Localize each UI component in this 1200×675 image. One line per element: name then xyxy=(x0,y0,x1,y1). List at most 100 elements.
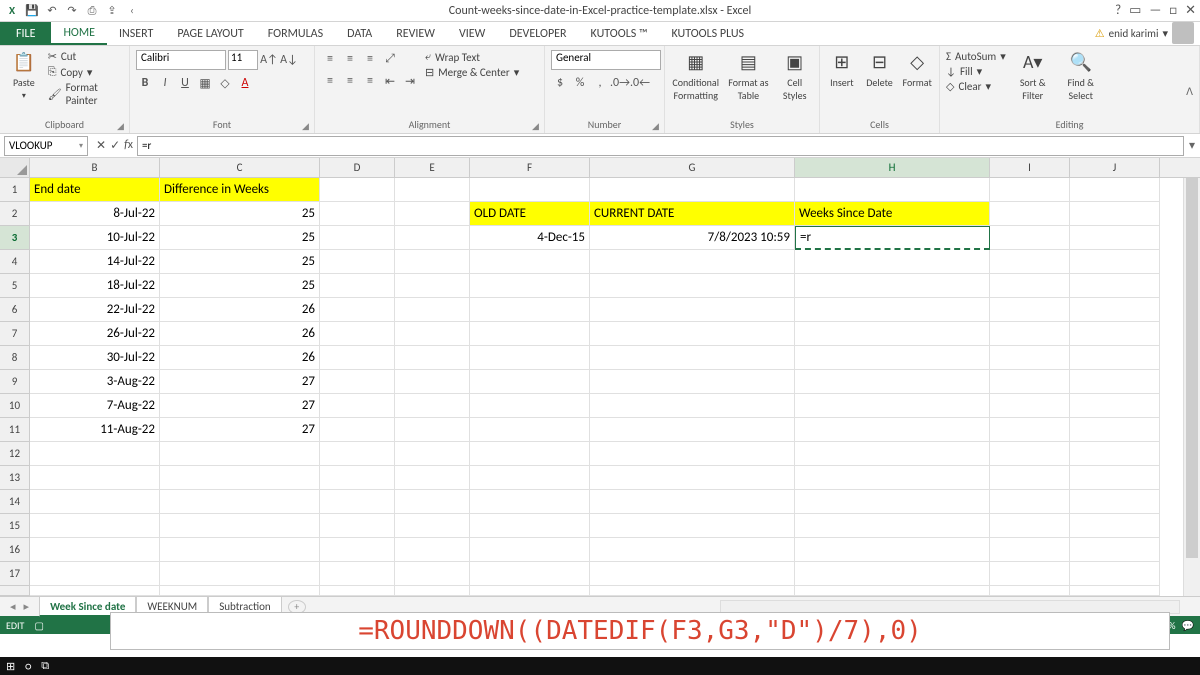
number-format-select[interactable]: General xyxy=(551,50,661,70)
start-icon[interactable]: ⊞ xyxy=(6,660,15,673)
col-header[interactable]: G xyxy=(590,158,795,177)
comma-icon[interactable]: , xyxy=(591,74,609,92)
cell[interactable] xyxy=(990,538,1070,562)
cell[interactable] xyxy=(320,226,395,250)
cell[interactable] xyxy=(1070,418,1160,442)
cell[interactable] xyxy=(30,514,160,538)
row-header[interactable]: 10 xyxy=(0,394,30,418)
cell[interactable] xyxy=(395,538,470,562)
cell[interactable] xyxy=(160,442,320,466)
sheet-nav-prev-icon[interactable]: ◂ xyxy=(10,600,16,613)
cell[interactable] xyxy=(320,466,395,490)
cell[interactable] xyxy=(795,322,990,346)
cell[interactable]: 30-Jul-22 xyxy=(30,346,160,370)
row-header[interactable]: 8 xyxy=(0,346,30,370)
cell[interactable] xyxy=(320,322,395,346)
increase-font-icon[interactable]: A↑ xyxy=(260,51,278,69)
row-header[interactable]: 4 xyxy=(0,250,30,274)
tab-view[interactable]: VIEW xyxy=(447,22,497,45)
tab-kutools-plus[interactable]: KUTOOLS PLUS xyxy=(659,22,756,45)
cell[interactable] xyxy=(590,274,795,298)
cell[interactable] xyxy=(470,394,590,418)
cell[interactable]: 25 xyxy=(160,274,320,298)
cell[interactable]: 7-Aug-22 xyxy=(30,394,160,418)
cell[interactable]: 26 xyxy=(160,346,320,370)
cell[interactable] xyxy=(30,490,160,514)
cell[interactable] xyxy=(395,370,470,394)
dialog-launcher-icon[interactable]: ◢ xyxy=(532,121,542,131)
cortana-icon[interactable]: ○ xyxy=(25,660,31,673)
cell[interactable] xyxy=(590,466,795,490)
cell[interactable] xyxy=(795,370,990,394)
cell[interactable]: 26-Jul-22 xyxy=(30,322,160,346)
cell[interactable]: 10-Jul-22 xyxy=(30,226,160,250)
tab-review[interactable]: REVIEW xyxy=(384,22,447,45)
cell[interactable] xyxy=(990,274,1070,298)
cell[interactable]: 18-Jul-22 xyxy=(30,274,160,298)
cell[interactable]: 27 xyxy=(160,370,320,394)
cell[interactable] xyxy=(795,418,990,442)
tab-developer[interactable]: DEVELOPER xyxy=(497,22,578,45)
tab-kutools[interactable]: KUTOOLS ™ xyxy=(579,22,660,45)
cell[interactable]: CURRENT DATE xyxy=(590,202,795,226)
task-view-icon[interactable]: ⧉ xyxy=(41,659,49,673)
user-area[interactable]: ⚠ enid karimi ▾ xyxy=(1095,22,1194,44)
cell[interactable] xyxy=(395,274,470,298)
cell[interactable] xyxy=(320,418,395,442)
cell[interactable] xyxy=(470,586,590,596)
cell[interactable] xyxy=(795,250,990,274)
cell[interactable] xyxy=(795,178,990,202)
cell[interactable] xyxy=(320,490,395,514)
undo-icon[interactable]: ↶ xyxy=(44,3,60,19)
cell[interactable] xyxy=(990,490,1070,514)
cell[interactable] xyxy=(30,562,160,586)
maximize-icon[interactable]: □ xyxy=(1169,3,1177,18)
cell[interactable] xyxy=(990,394,1070,418)
font-name-select[interactable]: Calibri xyxy=(136,50,226,70)
tab-insert[interactable]: INSERT xyxy=(107,22,165,45)
tab-file[interactable]: FILE xyxy=(0,22,51,45)
tab-data[interactable]: DATA xyxy=(335,22,384,45)
cell[interactable] xyxy=(160,514,320,538)
row-header[interactable]: 5 xyxy=(0,274,30,298)
cell[interactable] xyxy=(990,226,1070,250)
delete-button[interactable]: ⊟Delete xyxy=(864,50,896,89)
cell[interactable] xyxy=(395,514,470,538)
cell[interactable] xyxy=(395,586,470,596)
cell[interactable] xyxy=(590,346,795,370)
ribbon-options-icon[interactable]: ▭ xyxy=(1129,3,1141,18)
cell[interactable] xyxy=(990,466,1070,490)
cell[interactable] xyxy=(320,178,395,202)
cell[interactable] xyxy=(590,178,795,202)
cell[interactable] xyxy=(1070,370,1160,394)
cell[interactable] xyxy=(470,298,590,322)
cell[interactable] xyxy=(395,322,470,346)
col-header[interactable]: H xyxy=(795,158,990,177)
cell[interactable] xyxy=(395,562,470,586)
cell[interactable] xyxy=(470,346,590,370)
cell[interactable] xyxy=(30,538,160,562)
cell[interactable] xyxy=(470,418,590,442)
cell[interactable]: 25 xyxy=(160,226,320,250)
col-header[interactable]: D xyxy=(320,158,395,177)
cell[interactable] xyxy=(795,538,990,562)
avatar[interactable] xyxy=(1172,22,1194,44)
format-button[interactable]: ◇Format xyxy=(901,50,933,89)
cell[interactable] xyxy=(990,418,1070,442)
bold-button[interactable]: B xyxy=(136,74,154,92)
cell[interactable]: 26 xyxy=(160,298,320,322)
cell[interactable] xyxy=(470,322,590,346)
qat-icon[interactable]: ⎙ xyxy=(84,3,100,19)
cell[interactable] xyxy=(590,418,795,442)
cell[interactable] xyxy=(990,442,1070,466)
cell[interactable] xyxy=(320,586,395,596)
cell[interactable] xyxy=(1070,562,1160,586)
cell[interactable]: =r xyxy=(795,226,990,250)
cell[interactable] xyxy=(795,274,990,298)
vertical-scrollbar[interactable] xyxy=(1183,178,1200,596)
cell[interactable] xyxy=(395,250,470,274)
minimize-icon[interactable]: — xyxy=(1149,3,1161,18)
conditional-formatting-button[interactable]: ▦Conditional Formatting xyxy=(671,50,720,102)
dialog-launcher-icon[interactable]: ◢ xyxy=(302,121,312,131)
cell[interactable] xyxy=(320,562,395,586)
